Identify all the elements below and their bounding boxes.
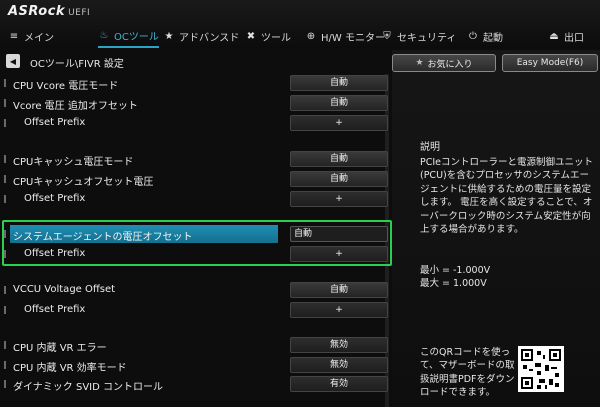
breadcrumb-bar: ◀ OCツール\FIVR 設定 [0,52,390,70]
star-icon: ★ [415,58,424,68]
asrock-logo: ASRock UEFI [8,4,91,19]
tab-advanced[interactable]: ★ アドバンスド [163,24,240,48]
shield-icon: ⛨ [383,30,391,42]
setting-value[interactable]: 自動 [290,151,388,167]
setting-row[interactable]: ダイナミック SVID コントロール 有効 [0,375,390,393]
setting-value[interactable]: 自動 [290,282,388,298]
easy-mode-button[interactable]: Easy Mode(F6) [502,54,598,72]
tab-oc-tools[interactable]: ♨ OCツール [98,24,159,48]
row-marker [4,341,6,349]
setting-value[interactable]: 自動 [290,171,388,187]
setting-row[interactable]: Vcore 電圧 追加オフセット 自動 [0,94,390,112]
row-marker [4,79,6,87]
back-button[interactable]: ◀ [6,54,20,68]
setting-row[interactable]: VCCU Voltage Offset 自動 [0,281,390,299]
row-marker [4,99,6,107]
flame-icon: ♨ [99,29,109,41]
max-value: 最大 = 1.000V [420,278,487,289]
row-marker [4,155,6,163]
wrench-icon: ✖ [246,30,256,42]
qr-description: このQRコードを使って、マザーボードの取扱説明書PDFをダウンロードできます。 [420,347,515,399]
power-icon: ⏻ [469,30,477,42]
row-marker [4,195,6,203]
top-bar: ASRock UEFI ≡ メイン ♨ OCツール ★ アドバンスド ✖ ツール … [0,0,600,48]
setting-value[interactable]: 自動 [290,75,388,91]
tab-exit[interactable]: ⏏ 出口 [548,24,584,48]
monitor-icon: ⊕ [306,30,316,42]
annotation-highlight-box [2,220,392,266]
setting-value[interactable]: 無効 [290,357,388,373]
row-marker [4,361,6,369]
description-text: PCIeコントローラーと電源制御ユニット(PCU)を含むプロセッサのシステムエー… [420,157,594,236]
setting-row[interactable]: CPUキャッシュオフセット電圧 自動 [0,170,390,188]
setting-value[interactable]: + [290,115,388,131]
list-icon: ≡ [9,30,19,42]
setting-row[interactable]: Offset Prefix + [0,114,390,132]
favorites-button[interactable]: ★ お気に入り [392,54,496,72]
setting-row[interactable]: CPU 内蔵 VR 効率モード 無効 [0,356,390,374]
left-arrow-icon: ◀ [9,56,17,66]
qr-code-icon [518,346,564,392]
setting-row[interactable]: CPU 内蔵 VR エラー 無効 [0,336,390,354]
setting-value[interactable]: + [290,191,388,207]
setting-value[interactable]: 自動 [290,95,388,111]
side-panel: ★ お気に入り Easy Mode(F6) 説明 PCIeコントローラーと電源制… [392,50,600,407]
tab-main[interactable]: ≡ メイン [8,24,54,48]
min-value: 最小 = -1.000V [420,265,491,276]
value-range: 最小 = -1.000V 最大 = 1.000V [420,264,490,290]
setting-row[interactable]: Offset Prefix + [0,190,390,208]
tab-boot[interactable]: ⏻ 起動 [467,24,503,48]
star-icon: ★ [164,30,174,42]
tab-hw-monitor[interactable]: ⊕ H/W モニター [305,24,385,48]
tab-tools[interactable]: ✖ ツール [245,24,291,48]
breadcrumb: OCツール\FIVR 設定 [30,59,124,70]
setting-row[interactable]: CPUキャッシュ電圧モード 自動 [0,150,390,168]
setting-value[interactable]: + [290,302,388,318]
row-marker [4,175,6,183]
setting-row[interactable]: Offset Prefix + [0,301,390,319]
exit-icon: ⏏ [549,30,559,42]
setting-row[interactable]: CPU Vcore 電圧モード 自動 [0,74,390,92]
row-marker [4,306,6,314]
setting-value[interactable]: 無効 [290,337,388,353]
row-marker [4,380,6,388]
setting-value[interactable]: 有効 [290,376,388,392]
main-tabs: ≡ メイン ♨ OCツール ★ アドバンスド ✖ ツール ⊕ H/W モニター … [0,24,600,48]
tab-security[interactable]: ⛨ セキュリティ [381,24,456,48]
description-title: 説明 [420,142,440,153]
row-marker [4,286,6,294]
row-marker [4,119,6,127]
